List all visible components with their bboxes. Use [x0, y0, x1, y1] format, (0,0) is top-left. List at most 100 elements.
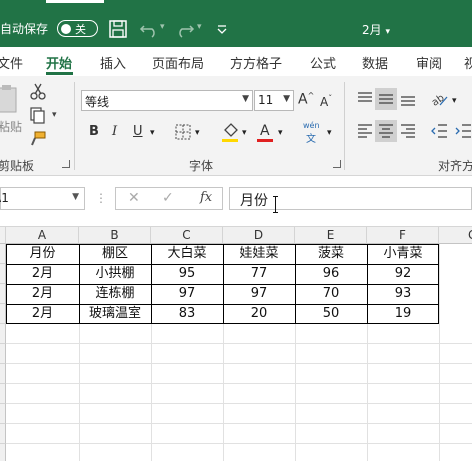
fill-color-icon[interactable]	[221, 121, 241, 143]
formula-input[interactable]: 月份	[229, 187, 472, 210]
cell-b4[interactable]: 玻璃温室	[79, 304, 151, 324]
cell-a4[interactable]: 2月	[6, 304, 79, 324]
font-color-icon[interactable]: A	[256, 121, 276, 143]
tab-file[interactable]: 文件	[0, 53, 23, 72]
copy-icon[interactable]	[29, 106, 47, 124]
tab-fangfang[interactable]: 方方格子	[230, 53, 282, 72]
insert-function-icon[interactable]: fx	[200, 190, 212, 205]
cell-f2[interactable]: 92	[367, 264, 439, 284]
name-box[interactable]: A1 ▼	[0, 187, 85, 210]
border-dropdown-icon[interactable]: ▾	[195, 128, 200, 138]
align-middle-icon[interactable]	[377, 90, 395, 108]
grow-font-button[interactable]: A^	[298, 91, 314, 108]
row-header[interactable]	[0, 324, 6, 344]
column-header-d[interactable]: D	[223, 227, 295, 244]
row-header[interactable]	[0, 404, 6, 424]
font-name-combo[interactable]: 等线 ▼	[81, 90, 253, 111]
cell-b1[interactable]: 棚区	[79, 244, 151, 264]
customize-toolbar-icon[interactable]	[212, 18, 234, 40]
cell-d1[interactable]: 娃娃菜	[223, 244, 295, 264]
cell-d3[interactable]: 97	[223, 284, 295, 304]
drag-handle-icon[interactable]: ⋮	[95, 191, 107, 205]
tab-review[interactable]: 审阅	[416, 53, 442, 72]
cancel-icon[interactable]: ✕	[128, 190, 140, 206]
tab-insert[interactable]: 插入	[100, 53, 126, 72]
phonetic-dropdown-icon[interactable]: ▾	[327, 128, 332, 138]
redo-dropdown-icon[interactable]: ▾	[197, 22, 202, 32]
bold-button[interactable]: B	[89, 124, 99, 139]
cell-b2[interactable]: 小拱棚	[79, 264, 151, 284]
cell-f4[interactable]: 19	[367, 304, 439, 324]
cell-c2[interactable]: 95	[151, 264, 223, 284]
orientation-icon[interactable]: ab	[430, 89, 450, 109]
tab-page-layout[interactable]: 页面布局	[152, 53, 204, 72]
row-header[interactable]	[0, 344, 6, 364]
align-right-icon[interactable]	[399, 122, 417, 140]
enter-icon[interactable]: ✓	[162, 190, 174, 206]
chevron-down-icon[interactable]: ▼	[283, 94, 290, 104]
align-bottom-icon[interactable]	[399, 90, 417, 108]
underline-button[interactable]: U	[133, 124, 143, 139]
redo-icon[interactable]	[174, 18, 196, 40]
increase-indent-icon[interactable]	[454, 122, 472, 140]
format-painter-icon[interactable]	[29, 130, 47, 148]
save-icon[interactable]	[107, 18, 129, 40]
worksheet[interactable]: A B C D E F G 月份 棚区 大白菜 娃娃菜 菠菜 小青菜 2月 小拱…	[0, 227, 472, 461]
align-left-icon[interactable]	[356, 122, 374, 140]
font-size-combo[interactable]: 11 ▼	[254, 90, 294, 111]
row-header[interactable]	[0, 444, 6, 461]
cell-a3[interactable]: 2月	[6, 284, 79, 304]
document-title[interactable]: 2月 ▾	[362, 21, 390, 38]
cell-a1[interactable]: 月份	[6, 244, 79, 264]
column-header-g[interactable]: G	[439, 227, 472, 244]
tab-formulas[interactable]: 公式	[310, 53, 336, 72]
tab-view[interactable]: 视	[464, 53, 472, 72]
font-color-dropdown-icon[interactable]: ▾	[278, 128, 283, 138]
cell-c4[interactable]: 83	[151, 304, 223, 324]
cell-f1[interactable]: 小青菜	[367, 244, 439, 264]
cell-e3[interactable]: 70	[295, 284, 367, 304]
phonetic-guide-icon[interactable]: wén 文	[303, 121, 320, 145]
cell-b3[interactable]: 连栋棚	[79, 284, 151, 304]
font-launcher-icon[interactable]	[333, 160, 341, 168]
cell-d4[interactable]: 20	[223, 304, 295, 324]
cell-c3[interactable]: 97	[151, 284, 223, 304]
tab-data[interactable]: 数据	[362, 53, 388, 72]
align-center-icon[interactable]	[377, 122, 395, 140]
cut-icon[interactable]	[29, 82, 47, 100]
column-header-e[interactable]: E	[295, 227, 367, 244]
underline-dropdown-icon[interactable]: ▾	[150, 128, 155, 138]
copy-dropdown-icon[interactable]: ▾	[52, 110, 57, 120]
tab-home[interactable]: 开始	[46, 53, 72, 72]
cell-a2[interactable]: 2月	[6, 264, 79, 284]
fill-color-dropdown-icon[interactable]: ▾	[242, 128, 247, 138]
cell-d2[interactable]: 77	[223, 264, 295, 284]
cell-e2[interactable]: 96	[295, 264, 367, 284]
cell-c1[interactable]: 大白菜	[151, 244, 223, 264]
cell-e4[interactable]: 50	[295, 304, 367, 324]
row-header[interactable]	[0, 424, 6, 444]
orientation-dropdown-icon[interactable]: ▾	[452, 96, 457, 106]
column-header-c[interactable]: C	[151, 227, 223, 244]
autosave-toggle[interactable]: 关	[57, 20, 98, 37]
border-icon[interactable]	[174, 123, 192, 141]
chevron-down-icon[interactable]: ▼	[242, 94, 249, 104]
undo-icon[interactable]	[138, 18, 160, 40]
cell-f3[interactable]: 93	[367, 284, 439, 304]
row-header[interactable]	[0, 364, 6, 384]
column-header-b[interactable]: B	[79, 227, 151, 244]
paste-icon[interactable]	[0, 84, 22, 114]
clipboard-launcher-icon[interactable]	[62, 160, 70, 168]
column-header-f[interactable]: F	[367, 227, 439, 244]
italic-button[interactable]: I	[112, 124, 117, 139]
row-header[interactable]	[0, 384, 6, 404]
cell-e1[interactable]: 菠菜	[295, 244, 367, 264]
align-top-icon[interactable]	[356, 90, 374, 108]
chevron-down-icon[interactable]: ▼	[72, 192, 79, 202]
decrease-indent-icon[interactable]	[430, 122, 448, 140]
chevron-down-icon: ▾	[385, 27, 390, 37]
paste-label: 粘贴	[0, 120, 23, 134]
undo-dropdown-icon[interactable]: ▾	[160, 22, 165, 32]
shrink-font-button[interactable]: Aˇ	[320, 94, 332, 109]
column-header-a[interactable]: A	[6, 227, 79, 244]
